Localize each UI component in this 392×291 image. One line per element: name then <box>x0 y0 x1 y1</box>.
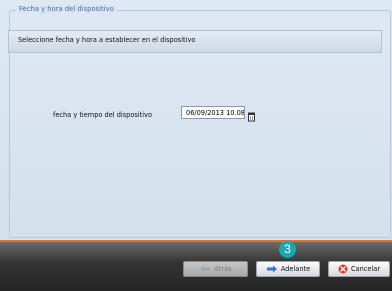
arrow-right-icon <box>266 265 277 273</box>
arrow-left-icon <box>200 265 211 273</box>
calendar-icon[interactable] <box>248 107 255 122</box>
next-button-label: Adelante <box>280 265 311 273</box>
back-button[interactable]: Atrás <box>183 261 248 277</box>
step-callout-badge: 3 <box>279 241 296 258</box>
accent-line <box>0 240 392 242</box>
next-button[interactable]: Adelante <box>256 261 320 277</box>
instruction-text: Seleccione fecha y hora a establecer en … <box>18 36 196 44</box>
cancel-icon <box>338 264 348 274</box>
cancel-button[interactable]: Cancelar <box>328 261 390 277</box>
device-datetime-input[interactable] <box>181 106 245 119</box>
instruction-bar: Seleccione fecha y hora a establecer en … <box>8 30 382 53</box>
back-button-label: Atrás <box>214 265 232 273</box>
wizard-window: Fecha y hora del dispositivo Seleccione … <box>0 0 392 291</box>
group-title: Fecha y hora del dispositivo <box>16 5 117 13</box>
device-datetime-label: fecha y tiempo del dispositivo <box>53 111 152 119</box>
cancel-button-label: Cancelar <box>350 265 381 273</box>
